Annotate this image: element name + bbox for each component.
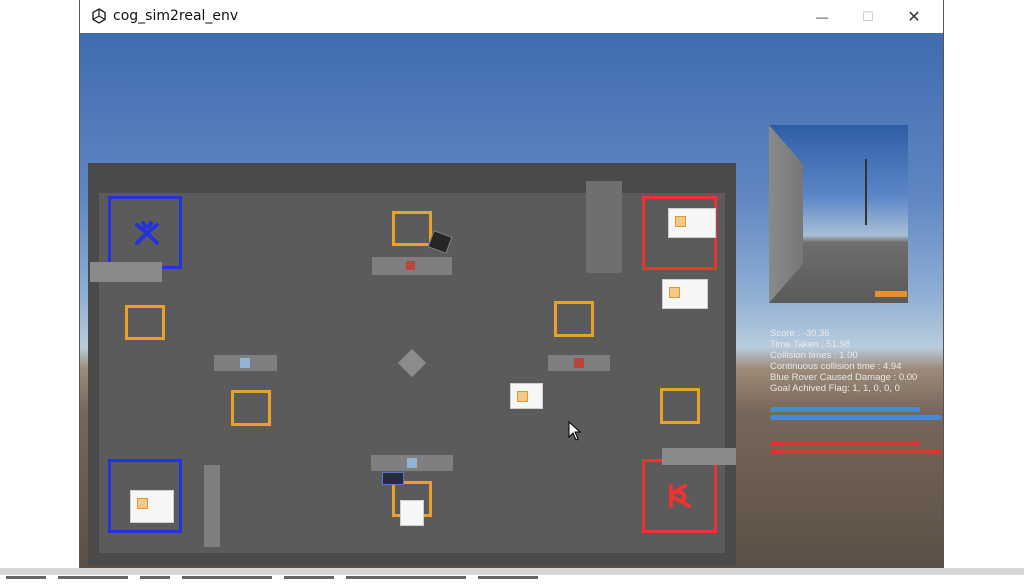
window-title: cog_sim2real_env [113, 8, 239, 24]
close-button[interactable]: ✕ [891, 0, 937, 33]
application-window: cog_sim2real_env — ☐ ✕ Score: -30.36 Ti… [79, 0, 944, 575]
blurred-text [770, 441, 920, 446]
close-icon: ✕ [907, 8, 921, 26]
hud-red-team-info [770, 438, 942, 457]
target-square [125, 305, 165, 340]
red-supply-zone [642, 459, 717, 533]
armor-marker [240, 358, 250, 368]
rover-camera-view [769, 125, 908, 303]
maximize-icon: ☐ [862, 8, 874, 24]
blurred-text [770, 449, 942, 454]
minimize-icon: — [816, 9, 828, 24]
blue-rover [382, 472, 404, 485]
hud-collision-times: Collision times : 1.00 [770, 350, 858, 361]
armor-marker [406, 261, 415, 270]
red-robot-logo-icon [669, 484, 691, 508]
blurred-text [770, 415, 942, 420]
barrier [548, 355, 610, 371]
hud-blue-damage: Blue Rover Caused Damage : 0.00 [770, 372, 918, 383]
target-square [554, 301, 594, 337]
armor-marker [407, 458, 417, 468]
barrier [586, 181, 622, 273]
title-bar[interactable]: cog_sim2real_env — ☐ ✕ [80, 0, 943, 33]
armor-marker [574, 358, 584, 368]
hud-score: Score : -30.36 [770, 328, 830, 339]
camera-pole [865, 159, 867, 225]
blurred-text [770, 407, 920, 412]
hud-continuous-collision: Continuous collision time : 4.94 [770, 361, 902, 372]
target-square [392, 211, 432, 246]
unity-logo-icon [92, 8, 106, 24]
target-square [231, 390, 271, 426]
hud-blue-team-info [770, 404, 942, 423]
hud-goal-flag: Goal Achived Flag: 1, 1, 0, 0, 0 [770, 383, 900, 394]
barrier [371, 455, 453, 471]
barrier [90, 262, 162, 282]
maximize-button[interactable]: ☐ [845, 0, 891, 33]
supply-crate [668, 208, 716, 238]
hud-stats: Score : -30.36 Time Taken : 51.98 Collis… [770, 328, 917, 394]
barrier [214, 355, 277, 371]
camera-wall [769, 125, 803, 303]
mouse-cursor-icon [568, 421, 582, 441]
target-square [660, 388, 700, 424]
hud-time-taken: Time Taken : 51.98 [770, 339, 851, 350]
supply-crate [510, 383, 543, 409]
barrier [204, 465, 220, 547]
barrier [662, 448, 736, 465]
game-viewport[interactable]: Score : -30.36 Time Taken : 51.98 Collis… [80, 33, 943, 575]
blue-start-zone [108, 196, 182, 269]
minimize-button[interactable]: — [799, 0, 845, 33]
supply-crate [400, 500, 424, 526]
barrier [372, 257, 452, 275]
supply-crate [130, 490, 174, 523]
supply-crate [662, 279, 708, 309]
blue-robot-logo-icon [135, 221, 159, 245]
background-taskbar-strip [0, 568, 1024, 579]
camera-marker [875, 291, 907, 297]
